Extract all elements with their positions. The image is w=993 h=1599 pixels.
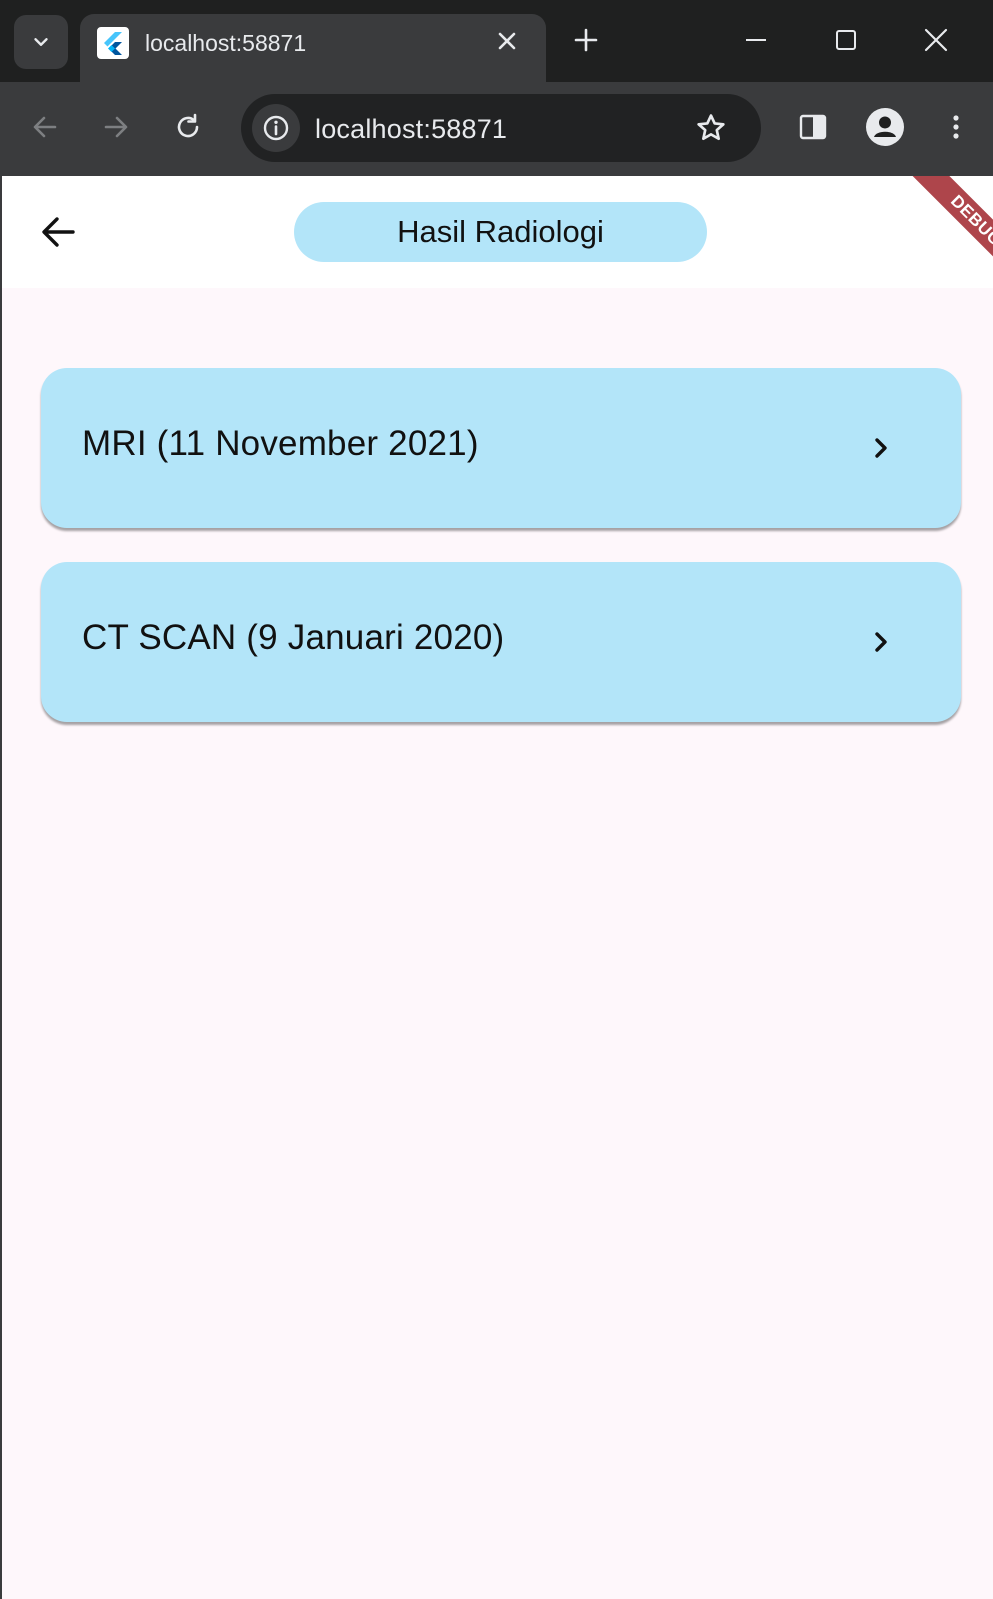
profile-button[interactable] [863,105,907,149]
minimize-icon [746,39,766,41]
chevron-right-icon [861,428,901,468]
url-text: localhost:58871 [315,114,508,144]
minimize-window-button[interactable] [734,18,778,62]
star-icon [697,114,725,141]
close-icon [498,32,516,50]
maximize-window-button[interactable] [824,18,868,62]
back-nav-button[interactable] [23,105,67,149]
side-panel-button[interactable] [791,105,835,149]
browser-titlebar: localhost:58871 [0,0,993,82]
browser-toolbar: localhost:58871 [0,82,993,176]
chevron-down-icon [34,38,48,46]
reload-button[interactable] [166,105,210,149]
chevron-right-icon [861,622,901,662]
tab-close-button[interactable] [492,26,522,56]
arrow-left-icon [33,116,57,138]
more-vert-icon [953,115,959,139]
info-icon [263,115,289,141]
browser-menu-button[interactable] [934,105,978,149]
app-bar: Hasil Radiologi [2,176,993,288]
forward-nav-button[interactable] [94,105,138,149]
app-viewport: Hasil Radiologi MRI (11 November 2021) C… [2,176,993,1599]
page-title: Hasil Radiologi [397,214,604,249]
tab-search-button[interactable] [14,15,68,69]
browser-tab-active[interactable]: localhost:58871 [80,14,546,82]
tab-title: localhost:58871 [145,30,307,56]
result-card-label: CT SCAN (9 Januari 2020) [82,618,505,657]
bookmark-button[interactable] [689,106,733,150]
new-tab-button[interactable] [568,22,604,58]
page-title-pill: Hasil Radiologi [294,202,707,262]
reload-icon [177,113,199,138]
close-window-button[interactable] [914,18,958,62]
side-panel-icon [799,114,827,140]
result-card-mri[interactable]: MRI (11 November 2021) [41,368,961,528]
arrow-back-icon [42,217,75,247]
close-icon [924,28,948,52]
flutter-favicon-icon [97,27,129,59]
result-card-ct-scan[interactable]: CT SCAN (9 Januari 2020) [41,562,961,722]
back-button[interactable] [32,206,84,258]
maximize-icon [836,30,856,50]
result-card-label: MRI (11 November 2021) [82,424,479,463]
account-avatar-icon [866,108,904,146]
address-bar[interactable]: localhost:58871 [241,94,761,162]
site-info-button[interactable] [252,104,300,152]
arrow-right-icon [104,116,128,138]
plus-icon [574,28,598,52]
